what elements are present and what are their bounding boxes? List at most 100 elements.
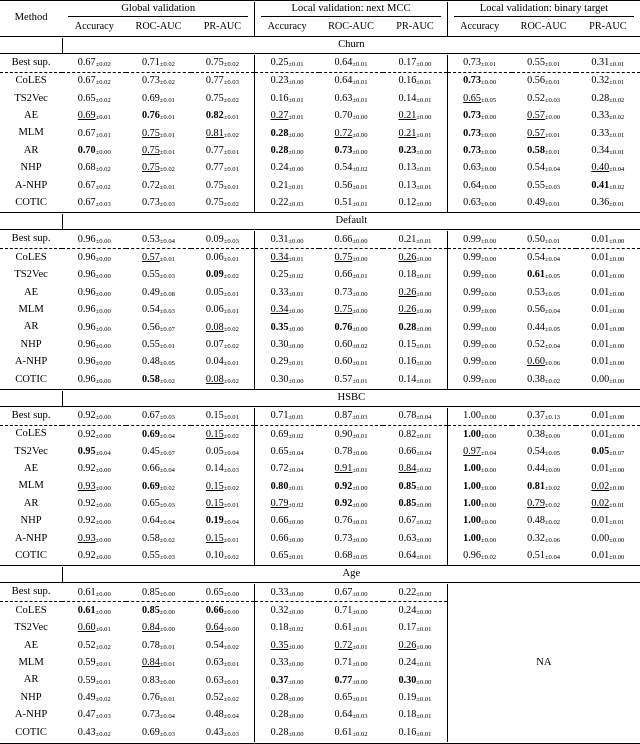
metric-value: 0.13 — [398, 179, 417, 191]
metric-cell: 0.99±0.00 — [446, 336, 512, 354]
metric-error: ±0.00 — [352, 609, 368, 617]
metric-error: ±0.00 — [609, 432, 625, 440]
metric-value: 0.12 — [398, 197, 417, 209]
metric-cell: 0.25±0.02 — [254, 266, 319, 285]
metric-error: ±0.00 — [416, 201, 432, 209]
metric-cell: 0.15±0.02 — [191, 425, 255, 443]
metric-error: ±0.00 — [352, 325, 368, 333]
metric-value: 0.49 — [527, 197, 545, 209]
metric-value: 0.02 — [591, 480, 610, 492]
metric-value: 0.37 — [270, 674, 289, 686]
metric-value: 0.96 — [77, 269, 96, 281]
metric-value: 0.67 — [77, 57, 96, 69]
metric-value: 0.24 — [398, 657, 417, 669]
metric-value: 0.64 — [334, 57, 353, 69]
subcolumn-header-local-validation--binary-target-pr-auc: PR-AUC — [589, 21, 627, 33]
metric-cell: 0.01±0.00 — [576, 461, 640, 478]
metric-error: ±0.03 — [159, 554, 175, 562]
metric-cell: 0.48±0.04 — [191, 707, 255, 724]
metric-value: 0.84 — [141, 657, 160, 669]
metric-error: ±0.01 — [352, 432, 368, 440]
metric-cell: 0.99±0.00 — [446, 353, 512, 372]
metric-cell: 0.80±0.01 — [254, 478, 319, 496]
metric-value: 0.41 — [591, 179, 610, 191]
metric-error: ±0.01 — [159, 131, 175, 139]
metric-error: ±0.03 — [95, 201, 111, 209]
metric-cell: 0.35±0.00 — [254, 318, 319, 337]
metric-cell: 0.83±0.00 — [126, 672, 190, 689]
metric-value: 0.15 — [205, 532, 224, 544]
group-header-2: Local validation: next MCC — [254, 2, 448, 19]
metric-error: ±0.00 — [480, 360, 497, 368]
metric-error: ±0.00 — [95, 519, 111, 527]
metric-value: 0.60 — [334, 338, 353, 350]
metric-error: ±0.00 — [95, 377, 111, 385]
metric-error: ±0.02 — [352, 166, 368, 174]
metric-value: 0.09 — [205, 233, 224, 245]
metric-cell: 0.70±0.00 — [319, 108, 383, 125]
metric-error: ±0.01 — [288, 183, 304, 191]
metric-cell: 0.15±0.01 — [191, 530, 255, 547]
metric-cell: 0.60±0.01 — [62, 620, 126, 637]
metric-error: ±0.00 — [95, 308, 111, 316]
metric-error: ±0.01 — [159, 114, 175, 122]
metric-cell: 0.64±0.04 — [126, 513, 190, 530]
metric-cell: 0.01±0.00 — [576, 319, 640, 336]
row-method-label: AE — [24, 463, 39, 475]
subcolumn-header-local-validation--next-mcc-roc-auc: ROC-AUC — [328, 21, 374, 33]
metric-cell: 0.65±0.01 — [254, 547, 319, 566]
metric-value: 1.00 — [463, 428, 481, 440]
metric-cell: 0.32±0.06 — [512, 530, 576, 547]
metric-cell: 0.96±0.00 — [62, 231, 127, 250]
metric-value: 0.96 — [77, 321, 96, 333]
metric-value: 0.63 — [334, 92, 353, 104]
metric-error: ±0.00 — [480, 377, 497, 385]
metric-cell: 0.22±0.00 — [383, 584, 448, 603]
metric-error: ±0.00 — [352, 678, 368, 686]
metric-error: ±0.01 — [288, 96, 304, 104]
metric-error: ±0.06 — [352, 449, 368, 457]
metric-value: 0.63 — [205, 674, 224, 686]
metric-error: ±0.01 — [159, 256, 175, 263]
metric-value: 0.43 — [77, 726, 96, 738]
metric-error: ±0.00 — [288, 695, 304, 703]
metric-cell: 0.33±0.00 — [254, 654, 319, 672]
metric-value: 0.59 — [77, 657, 96, 669]
metric-cell: 0.01±0.00 — [575, 231, 640, 250]
metric-value: 0.64 — [398, 550, 417, 562]
metric-error: ±0.00 — [288, 325, 304, 333]
metric-value: 0.82 — [205, 110, 224, 122]
metric-cell: 0.92±0.00 — [62, 513, 126, 530]
subcolumn-header-local-validation--binary-target-accuracy: Accuracy — [446, 19, 512, 36]
metric-error: ±0.00 — [95, 467, 111, 475]
metric-value: 0.34 — [270, 304, 289, 316]
metric-cell: 0.75±0.02 — [191, 195, 255, 213]
metric-error: ±0.01 — [288, 114, 304, 122]
metric-value: 0.21 — [398, 233, 417, 245]
metric-cell: 0.75±0.01 — [126, 142, 190, 159]
metric-value: 0.54 — [527, 445, 545, 457]
metric-cell: 0.13±0.01 — [383, 177, 447, 194]
metric-error: ±0.02 — [95, 166, 111, 174]
metric-cell: 0.16±0.01 — [383, 72, 447, 90]
metric-value: 0.90 — [334, 428, 353, 440]
metric-value: 0.09 — [205, 269, 224, 281]
metric-error: ±0.00 — [480, 519, 497, 527]
metric-error: ±0.00 — [95, 256, 111, 263]
metric-value: 0.65 — [270, 445, 289, 457]
metric-error: ±0.04 — [95, 449, 111, 457]
metric-error: ±0.01 — [288, 414, 304, 422]
metric-error: ±0.01 — [609, 149, 625, 157]
metric-error: ±0.00 — [609, 414, 625, 422]
metric-cell: 0.63±0.01 — [319, 90, 383, 107]
metric-value: 0.01 — [591, 550, 610, 562]
metric-error: ±0.01 — [544, 149, 561, 157]
metric-cell: 0.92±0.00 — [319, 495, 383, 512]
metric-error: ±0.00 — [416, 536, 432, 544]
metric-error: ±0.00 — [352, 502, 368, 510]
metric-value: 0.73 — [334, 145, 353, 157]
metric-error: ±0.03 — [544, 183, 561, 191]
metric-value: 0.07 — [205, 338, 224, 350]
row-method-label: MLM — [18, 303, 44, 315]
metric-value: 0.76 — [334, 321, 353, 333]
